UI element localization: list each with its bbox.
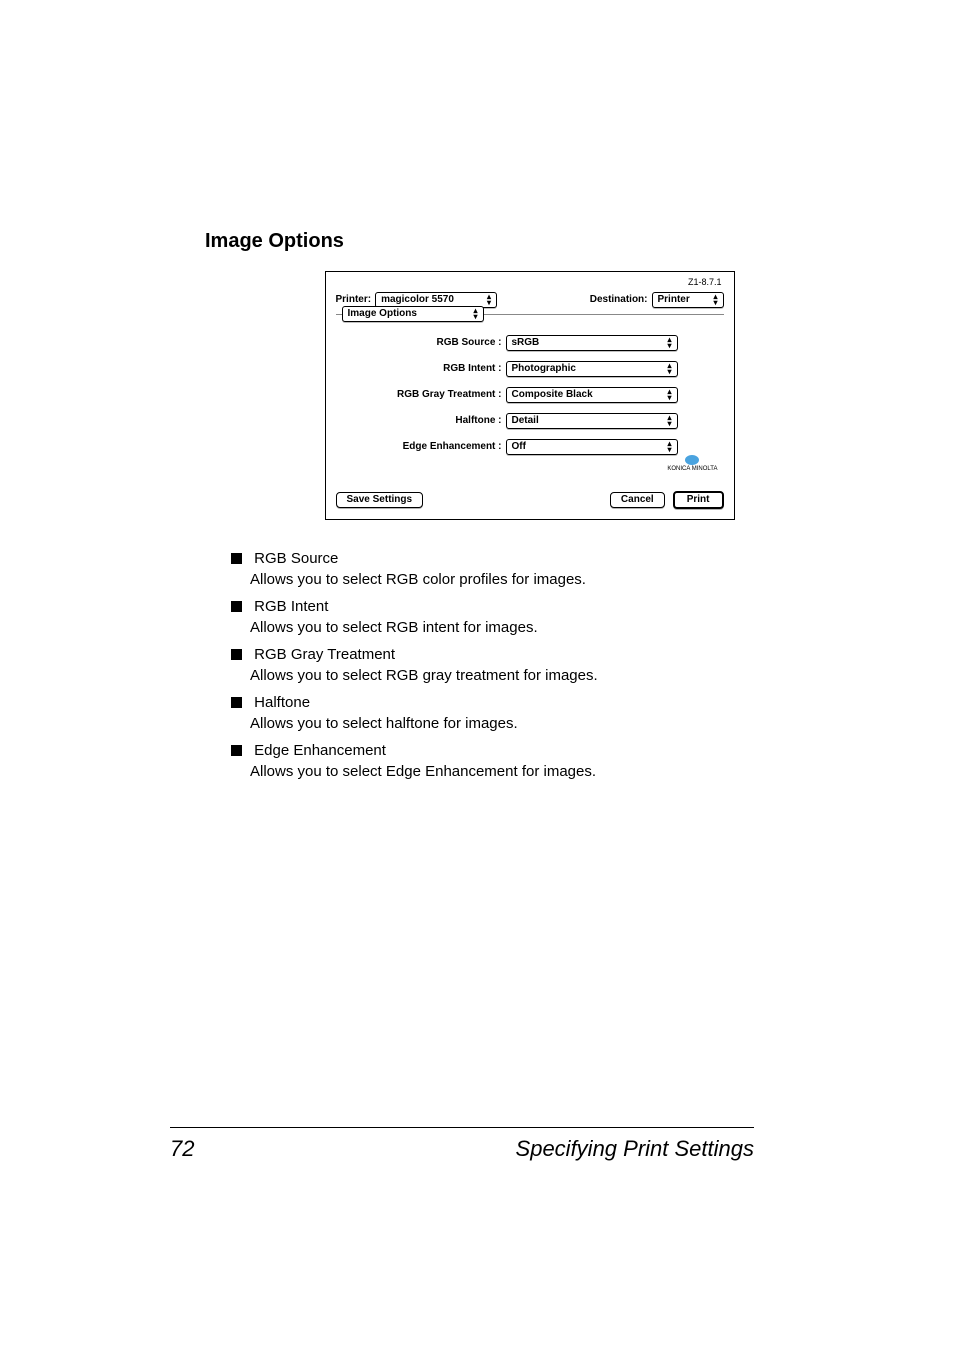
row-rgb-intent: RGB Intent : Photographic [342,361,718,377]
chevron-updown-icon [667,363,671,375]
gray-treatment-select[interactable]: Composite Black [506,387,678,403]
printer-select-value: magicolor 5570 [381,295,454,305]
dialog-options-group: Image Options RGB Source : sRGB RGB Inte… [336,314,724,479]
square-bullet-icon [231,553,242,564]
halftone-value: Detail [512,416,539,426]
options-list: RGB Source Allows you to select RGB colo… [231,550,854,780]
edge-enhancement-select[interactable]: Off [506,439,678,455]
option-title: RGB Gray Treatment [254,646,395,663]
page-number: 72 [170,1136,194,1162]
chevron-updown-icon [667,441,671,453]
dialog-button-row: Save Settings Cancel Print [336,491,724,509]
row-gray-treatment: RGB Gray Treatment : Composite Black [342,387,718,403]
chevron-updown-icon [667,337,671,349]
edge-enhancement-value: Off [512,442,526,452]
destination-select-value: Printer [658,295,690,305]
square-bullet-icon [231,601,242,612]
globe-icon [685,455,699,465]
option-desc: Allows you to select RGB gray treatment … [250,667,854,684]
square-bullet-icon [231,697,242,708]
running-title: Specifying Print Settings [516,1136,754,1162]
row-halftone: Halftone : Detail [342,413,718,429]
halftone-select[interactable]: Detail [506,413,678,429]
page-footer: 72 Specifying Print Settings [170,1136,754,1162]
footer-rule [170,1127,754,1128]
halftone-label: Halftone : [342,416,506,426]
chevron-updown-icon [473,308,477,320]
brand-logo: KONICA MINOLTA [667,455,717,473]
option-title: RGB Intent [254,598,328,615]
save-settings-button[interactable]: Save Settings [336,492,424,508]
chevron-updown-icon [713,294,717,306]
option-desc: Allows you to select halftone for images… [250,715,854,732]
chevron-updown-icon [667,415,671,427]
rgb-intent-select[interactable]: Photographic [506,361,678,377]
rgb-intent-label: RGB Intent : [342,364,506,374]
cancel-button[interactable]: Cancel [610,492,665,508]
option-title: RGB Source [254,550,338,567]
print-dialog-figure: Z1-8.7.1 Printer: magicolor 5570 Destina… [325,271,735,520]
square-bullet-icon [231,745,242,756]
rgb-source-value: sRGB [512,338,540,348]
printer-label: Printer: [336,295,372,305]
row-rgb-source: RGB Source : sRGB [342,335,718,351]
list-item: Edge Enhancement Allows you to select Ed… [231,742,854,780]
list-item: RGB Intent Allows you to select RGB inte… [231,598,854,636]
row-edge-enhancement: Edge Enhancement : Off [342,439,718,455]
option-desc: Allows you to select RGB color profiles … [250,571,854,588]
chevron-updown-icon [667,389,671,401]
option-title: Halftone [254,694,310,711]
pane-select-value: Image Options [348,309,417,319]
list-item: RGB Source Allows you to select RGB colo… [231,550,854,588]
section-heading: Image Options [205,230,854,253]
list-item: Halftone Allows you to select halftone f… [231,694,854,732]
print-button[interactable]: Print [673,491,724,509]
brand-label: KONICA MINOLTA [667,466,717,472]
rgb-source-label: RGB Source : [342,338,506,348]
gray-treatment-label: RGB Gray Treatment : [342,390,506,400]
rgb-source-select[interactable]: sRGB [506,335,678,351]
edge-enhancement-label: Edge Enhancement : [342,442,506,452]
option-title: Edge Enhancement [254,742,386,759]
gray-treatment-value: Composite Black [512,390,593,400]
dialog-version-text: Z1-8.7.1 [688,278,722,287]
destination-select[interactable]: Printer [652,292,724,308]
square-bullet-icon [231,649,242,660]
pane-select[interactable]: Image Options [342,306,484,322]
chevron-updown-icon [487,294,491,306]
destination-label: Destination: [590,295,648,305]
rgb-intent-value: Photographic [512,364,576,374]
list-item: RGB Gray Treatment Allows you to select … [231,646,854,684]
option-desc: Allows you to select Edge Enhancement fo… [250,763,854,780]
option-desc: Allows you to select RGB intent for imag… [250,619,854,636]
